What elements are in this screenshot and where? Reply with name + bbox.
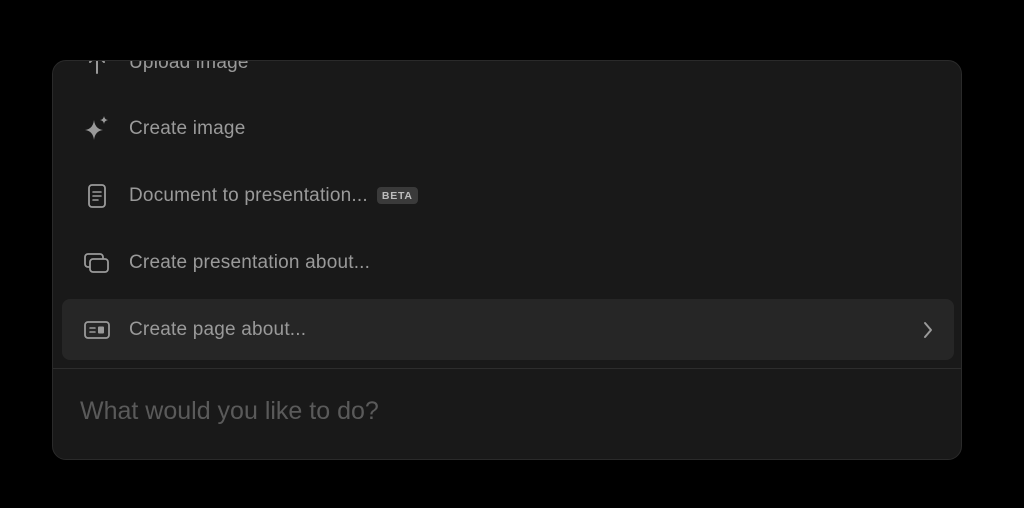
command-palette: Upload image Create image Document to pr…	[52, 60, 962, 460]
sparkles-icon	[82, 114, 112, 144]
menu-item-label: Create presentation about...	[129, 251, 371, 273]
chevron-right-icon	[920, 320, 936, 340]
menu-item-label: Upload image	[129, 60, 249, 73]
slides-icon	[82, 248, 112, 278]
menu-item-create-image[interactable]: Create image	[62, 98, 954, 159]
document-icon	[82, 181, 112, 211]
prompt-input[interactable]	[80, 391, 930, 431]
menu-item-label: Create image	[129, 117, 246, 139]
menu-item-create-presentation[interactable]: Create presentation about...	[62, 232, 954, 293]
menu-item-upload-image[interactable]: Upload image	[62, 60, 954, 93]
page-card-icon	[82, 315, 112, 345]
arrow-up-icon	[82, 61, 112, 78]
menu-item-label: Create page about...	[129, 318, 307, 340]
suggestion-menu: Upload image Create image Document to pr…	[53, 61, 961, 368]
divider	[53, 368, 961, 369]
beta-badge: BETA	[376, 187, 418, 204]
menu-item-document-to-presentation[interactable]: Document to presentation... BETA	[62, 165, 954, 226]
menu-item-create-page[interactable]: Create page about...	[62, 299, 954, 360]
menu-item-label: Document to presentation...	[129, 184, 368, 206]
